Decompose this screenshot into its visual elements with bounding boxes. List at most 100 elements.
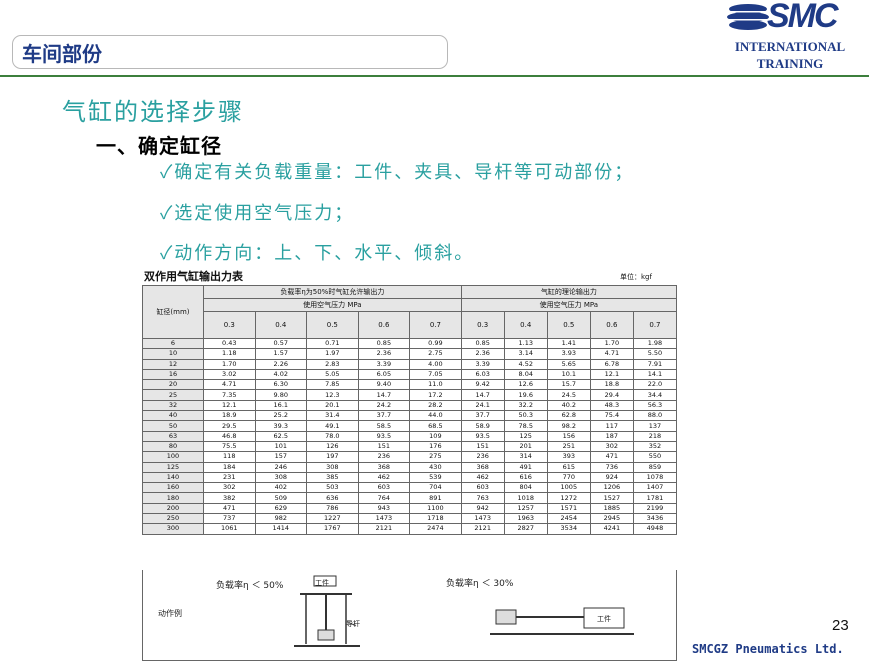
pressure-header-cell: 0.3	[460, 311, 505, 339]
force-cell: 2121	[460, 523, 505, 535]
force-cell: 1963	[503, 513, 548, 525]
force-cell: 1.41	[546, 337, 591, 350]
force-cell: 3.39	[357, 358, 411, 370]
table-row: 250 737 982 1227 1473 1718 1473 1963 2454 2945 343…	[142, 513, 678, 525]
force-cell: 2.36	[357, 348, 411, 360]
bullet-item: ✓确定有关负载重量：工件、夹具、导杆等可动部份；	[160, 162, 635, 183]
force-cell: 5.50	[632, 348, 678, 360]
force-cell: 3436	[632, 513, 678, 525]
force-cell: 4241	[589, 523, 634, 535]
table-row: 40 18.9 25.2 31.4 37.7 44.0 37.7 50.3 62.8 75.4 88…	[142, 410, 678, 422]
bore-cell: 40	[142, 410, 204, 422]
force-cell: 615	[546, 461, 591, 473]
section-title: 车间部份	[22, 42, 102, 66]
cylinder-body-icon	[495, 609, 517, 625]
force-cell: 1885	[589, 502, 634, 515]
force-cell: 6.05	[357, 368, 411, 381]
table-row: 6 0.43 0.57 0.71 0.85 0.99 0.85 1.13 1.41 1.70 1.9…	[142, 337, 678, 350]
force-cell: 924	[589, 471, 634, 484]
example1-caption: 负载率η ＜ 50%	[216, 581, 284, 591]
table-header-row: 使用空气压力 MPa 使用空气压力 MPa	[143, 298, 678, 312]
force-cell: 7.35	[203, 389, 256, 401]
force-cell: 62.5	[254, 430, 308, 442]
pressure-label: 使用空气压力 MPa	[203, 298, 462, 312]
force-cell: 764	[357, 492, 411, 504]
force-cell: 2.75	[409, 348, 462, 360]
bore-cell: 300	[142, 523, 204, 535]
bore-cell: 6	[142, 337, 204, 350]
force-cell: 10.1	[546, 368, 591, 381]
force-cell: 24.5	[546, 389, 591, 401]
bore-cell: 200	[142, 502, 204, 515]
force-cell: 151	[357, 440, 411, 453]
force-cell: 5.65	[546, 358, 591, 370]
force-cell: 4.02	[254, 368, 308, 381]
force-cell: 1018	[503, 492, 548, 504]
force-cell: 1407	[632, 482, 678, 494]
force-cell: 0.99	[409, 337, 462, 350]
force-cell: 2.36	[460, 348, 505, 360]
force-cell: 9.40	[357, 379, 411, 391]
force-cell: 9.80	[254, 389, 308, 401]
force-cell: 308	[254, 471, 308, 484]
logo-line-training: TRAINING	[756, 56, 824, 71]
bore-cell: 80	[142, 440, 204, 453]
force-cell: 78.5	[503, 420, 548, 432]
table-row: 63 46.8 62.5 78.0 93.5 109 93.5 125 156 187 218	[142, 430, 678, 442]
force-cell: 1718	[409, 513, 462, 525]
force-cell: 18.9	[203, 410, 256, 422]
force-cell: 20.1	[306, 399, 359, 412]
force-cell: 1.70	[203, 358, 256, 370]
force-cell: 0.71	[306, 337, 359, 350]
force-cell: 28.2	[409, 399, 462, 412]
force-cell: 1473	[460, 513, 505, 525]
table-row: 12 1.70 2.26 2.83 3.39 4.00 3.39 4.52 5.65 6.78 7.…	[142, 358, 678, 370]
force-cell: 1473	[357, 513, 411, 525]
force-cell: 16.1	[254, 399, 308, 412]
force-cell: 201	[503, 440, 548, 453]
force-cell: 385	[306, 471, 359, 484]
smc-logo-mark-icon	[726, 4, 770, 30]
bore-cell: 100	[142, 451, 204, 463]
force-cell: 2199	[632, 502, 678, 515]
table-unit: 单位：kgf	[620, 273, 652, 281]
force-cell: 3.93	[546, 348, 591, 360]
force-cell: 804	[503, 482, 548, 494]
force-cell: 4.52	[503, 358, 548, 370]
table-row: 160 302 402 503 603 704 603 804 1005 1206 1407	[142, 482, 678, 494]
force-cell: 636	[306, 492, 359, 504]
force-cell: 6.03	[460, 368, 505, 381]
bore-cell: 10	[142, 348, 204, 360]
table-row: 32 12.1 16.1 20.1 24.2 28.2 24.1 32.2 40.2 48.3 56…	[142, 399, 678, 412]
force-cell: 491	[503, 461, 548, 473]
pressure-header-cell: 0.7	[632, 311, 678, 339]
force-cell: 1781	[632, 492, 678, 504]
force-cell: 75.5	[203, 440, 256, 453]
force-cell: 1206	[589, 482, 634, 494]
force-cell: 368	[460, 461, 505, 473]
table-title: 双作用气缸输出力表	[144, 270, 243, 283]
force-cell: 1.18	[203, 348, 256, 360]
horizontal-cylinder-diagram: 工件	[490, 607, 634, 635]
force-cell: 603	[357, 482, 411, 494]
force-cell: 1767	[306, 523, 359, 535]
header-divider	[0, 75, 869, 77]
force-cell: 56.3	[632, 399, 678, 412]
force-cell: 68.5	[409, 420, 462, 432]
force-cell: 50.3	[503, 410, 548, 422]
force-cell: 629	[254, 502, 308, 515]
force-cell: 2474	[409, 523, 462, 535]
bore-cell: 50	[142, 420, 204, 432]
force-cell: 462	[460, 471, 505, 484]
force-cell: 14.7	[357, 389, 411, 401]
table-header-row: 缸径(mm) 负载率η为50%时气缸允许输出力 气缸的理论输出力	[142, 285, 678, 339]
force-cell: 2827	[503, 523, 548, 535]
table-row: 10 1.18 1.57 1.97 2.36 2.75 2.36 3.14 3.93 4.71 5.…	[142, 348, 678, 360]
force-cell: 382	[203, 492, 256, 504]
force-cell: 29.4	[589, 389, 634, 401]
international-training-label: INTERNATIONAL TRAINING	[722, 38, 858, 72]
table-row: 25 7.35 9.80 12.3 14.7 17.2 14.7 19.6 24.5 29.4 34…	[142, 389, 678, 401]
force-cell: 2454	[546, 513, 591, 525]
force-cell: 0.57	[254, 337, 308, 350]
force-cell: 46.8	[203, 430, 256, 442]
